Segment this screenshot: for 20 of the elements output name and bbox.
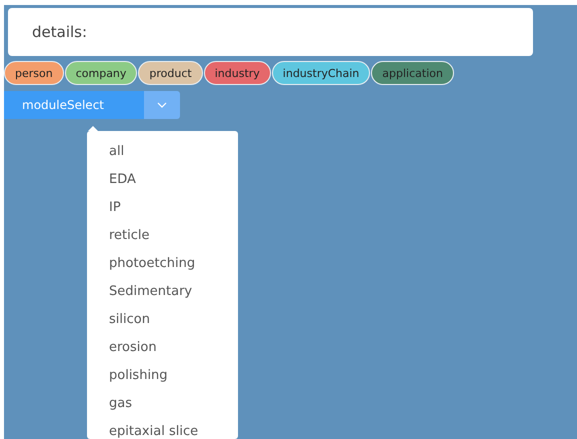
menu-item[interactable]: silicon <box>87 305 238 333</box>
menu-item[interactable]: erosion <box>87 333 238 361</box>
menu-item[interactable]: polishing <box>87 361 238 389</box>
menu-item[interactable]: Sedimentary <box>87 277 238 305</box>
category-tag[interactable]: company <box>64 61 138 85</box>
chevron-down-icon <box>157 102 167 108</box>
menu-item[interactable]: epitaxial slice <box>87 417 238 439</box>
menu-item[interactable]: gas <box>87 389 238 417</box>
category-tag[interactable]: application <box>371 61 454 85</box>
category-tag[interactable]: person <box>4 61 64 85</box>
category-tag[interactable]: industryChain <box>272 61 370 85</box>
menu-item[interactable]: reticle <box>87 221 238 249</box>
details-label: details: <box>32 23 88 41</box>
menu-item[interactable]: IP <box>87 193 238 221</box>
dropdown-toggle[interactable] <box>144 91 180 119</box>
category-tag[interactable]: industry <box>204 61 271 85</box>
menu-item[interactable]: EDA <box>87 165 238 193</box>
category-tag[interactable]: product <box>138 61 203 85</box>
menu-item[interactable]: all <box>87 137 238 165</box>
menu-item[interactable]: photoetching <box>87 249 238 277</box>
